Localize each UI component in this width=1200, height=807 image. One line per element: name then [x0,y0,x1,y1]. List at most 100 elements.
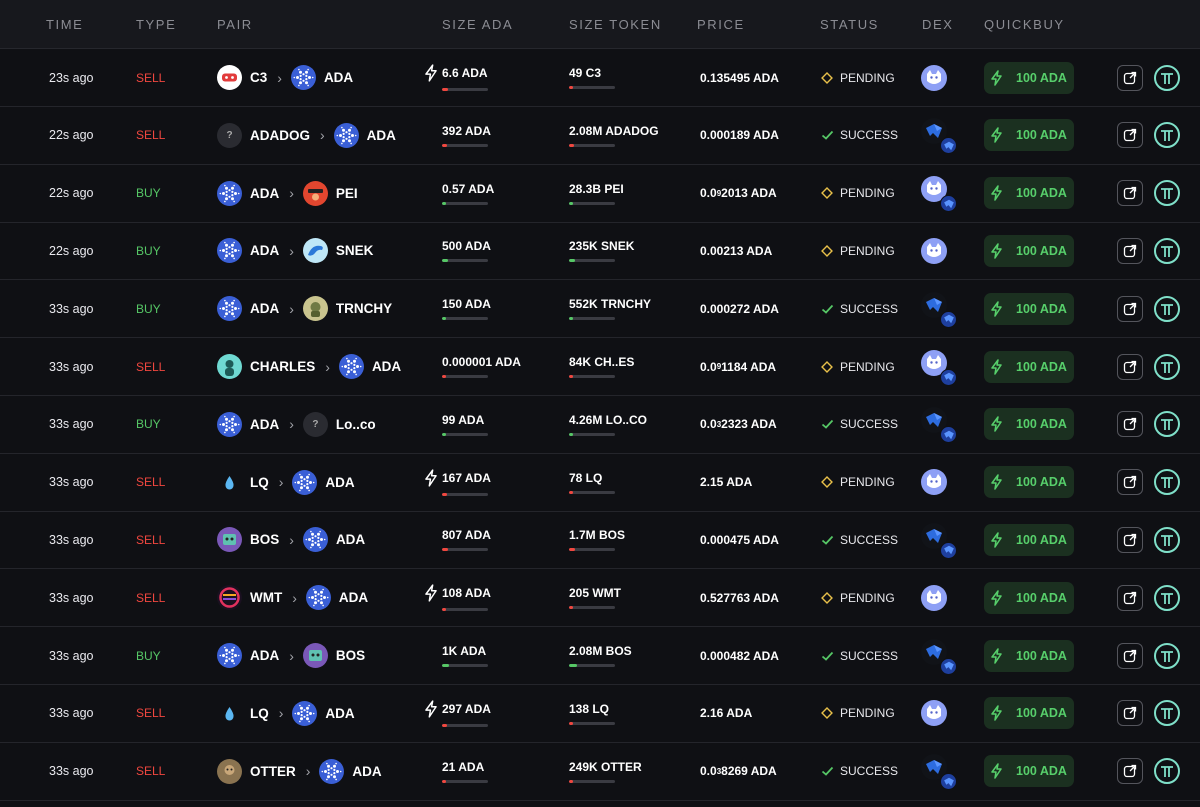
table-row[interactable]: 33s ago SELL LQ › ADA 167 ADA 78 LQ 2.15… [0,454,1200,512]
external-link-button[interactable] [1117,469,1143,496]
dex-icon[interactable] [921,465,955,499]
quickbuy-button[interactable]: 100 ADA [984,581,1074,614]
trade-app-button[interactable] [1154,526,1180,553]
table-row[interactable]: 22s ago BUY ADA › PEI 0.57 ADA 28.3B PEI… [0,165,1200,223]
header-size-ada[interactable]: SIZE ADA [442,17,513,32]
trade-app-button[interactable] [1154,295,1180,322]
dex-icon[interactable] [921,696,955,730]
header-time[interactable]: TIME [46,17,83,32]
trade-app-button[interactable] [1154,758,1180,785]
dex-icon[interactable] [921,407,957,444]
external-link-button[interactable] [1117,700,1143,727]
table-row[interactable]: 23s ago SELL C3 › ADA 6.6 ADA 49 C3 0.13… [0,49,1200,107]
dex-icon[interactable] [921,61,955,95]
header-price[interactable]: PRICE [697,17,745,32]
dex-cell[interactable] [921,743,957,800]
trade-app-button[interactable] [1154,122,1180,149]
header-status[interactable]: STATUS [820,17,879,32]
dex-cell[interactable] [921,454,955,511]
external-link-button[interactable] [1117,411,1143,438]
trade-app-button[interactable] [1154,237,1180,264]
external-link-button[interactable] [1117,180,1143,207]
trade-pair[interactable]: ? ADADOG › ADA [217,107,396,164]
external-link-button[interactable] [1117,758,1143,785]
quickbuy-button[interactable]: 100 ADA [984,234,1074,267]
trade-pair[interactable]: LQ › ADA [217,454,355,511]
trade-pair[interactable]: OTTER › ADA [217,743,382,800]
dex-cell[interactable] [921,49,955,106]
dex-cell[interactable] [921,280,957,337]
trade-pair[interactable]: ADA › ? Lo..co [217,396,376,453]
trade-pair[interactable]: WMT › ADA [217,569,368,626]
header-dex[interactable]: DEX [922,17,954,32]
external-link-button[interactable] [1117,584,1143,611]
table-row[interactable]: 33s ago SELL OTTER › ADA 21 ADA 249K OTT… [0,743,1200,801]
trade-app-button[interactable] [1154,469,1180,496]
dex-cell[interactable] [921,165,957,222]
dex-icon[interactable] [921,638,957,675]
trade-app-button[interactable] [1154,411,1180,438]
dex-cell[interactable] [921,511,957,568]
table-row[interactable]: 33s ago SELL CHARLES › ADA 0.000001 ADA … [0,338,1200,396]
table-row[interactable]: 33s ago BUY ADA › BOS 1K ADA 2.08M BOS 0… [0,627,1200,685]
trade-pair[interactable]: BOS › ADA [217,511,365,568]
trade-pair[interactable]: ADA › TRNCHY [217,280,392,337]
table-row[interactable]: 33s ago SELL WMT › ADA 108 ADA 205 WMT 0… [0,569,1200,628]
dex-icon[interactable] [921,754,957,791]
quickbuy-button[interactable]: 100 ADA [984,755,1074,788]
external-link-button[interactable] [1117,295,1143,322]
dex-cell[interactable] [921,222,955,279]
trade-app-button[interactable] [1154,353,1180,380]
quickbuy-button[interactable]: 100 ADA [984,523,1074,556]
trade-pair[interactable]: CHARLES › ADA [217,338,401,395]
table-row[interactable]: 33s ago BUY ADA › ? Lo..co 99 ADA 4.26M … [0,396,1200,454]
table-row[interactable]: 33s ago BUY ADA › TRNCHY 150 ADA 552K TR… [0,280,1200,339]
trade-pair[interactable]: LQ › ADA [217,685,355,742]
table-row[interactable]: 33s ago SELL LQ › ADA 297 ADA 138 LQ 2.1… [0,685,1200,743]
quickbuy-button[interactable]: 100 ADA [984,466,1074,499]
trade-pair[interactable]: ADA › BOS [217,627,365,684]
dex-cell[interactable] [921,396,957,453]
header-quickbuy[interactable]: QUICKBUY [984,17,1065,32]
dex-icon[interactable] [921,118,957,155]
quickbuy-button[interactable]: 100 ADA [984,119,1074,152]
quickbuy-button[interactable]: 100 ADA [984,292,1074,325]
external-link-button[interactable] [1117,122,1143,149]
trade-app-button[interactable] [1154,642,1180,669]
dex-cell[interactable] [921,685,955,742]
external-link-button[interactable] [1117,526,1143,553]
trade-app-button[interactable] [1154,180,1180,207]
dex-cell[interactable] [921,627,957,684]
header-size-token[interactable]: SIZE TOKEN [569,17,662,32]
dex-cell[interactable] [921,107,957,164]
table-row[interactable]: 22s ago BUY ADA › SNEK 500 ADA 235K SNEK… [0,222,1200,281]
quickbuy-button[interactable]: 100 ADA [984,639,1074,672]
table-row[interactable]: 33s ago SELL BOS › ADA 807 ADA 1.7M BOS … [0,511,1200,570]
dex-cell[interactable] [921,569,955,626]
dex-cell[interactable] [921,338,957,395]
dex-icon[interactable] [921,349,957,386]
external-link-button[interactable] [1117,64,1143,91]
dex-icon[interactable] [921,234,955,268]
table-row[interactable]: 22s ago SELL ? ADADOG › ADA 392 ADA 2.08… [0,107,1200,165]
header-pair[interactable]: PAIR [217,17,253,32]
quickbuy-button[interactable]: 100 ADA [984,177,1074,210]
trade-pair[interactable]: ADA › PEI [217,165,358,222]
external-link-button[interactable] [1117,353,1143,380]
quickbuy-button[interactable]: 100 ADA [984,408,1074,441]
dex-icon[interactable] [921,522,957,559]
trade-pair[interactable]: ADA › SNEK [217,222,373,279]
trade-app-button[interactable] [1154,64,1180,91]
external-link-button[interactable] [1117,237,1143,264]
quickbuy-button[interactable]: 100 ADA [984,61,1074,94]
header-type[interactable]: TYPE [136,17,176,32]
dex-icon[interactable] [921,581,955,615]
trade-app-button[interactable] [1154,584,1180,611]
dex-icon[interactable] [921,291,957,328]
trade-pair[interactable]: C3 › ADA [217,49,353,106]
dex-icon[interactable] [921,176,957,213]
quickbuy-button[interactable]: 100 ADA [984,697,1074,730]
trade-app-button[interactable] [1154,700,1180,727]
external-link-button[interactable] [1117,642,1143,669]
quickbuy-button[interactable]: 100 ADA [984,350,1074,383]
